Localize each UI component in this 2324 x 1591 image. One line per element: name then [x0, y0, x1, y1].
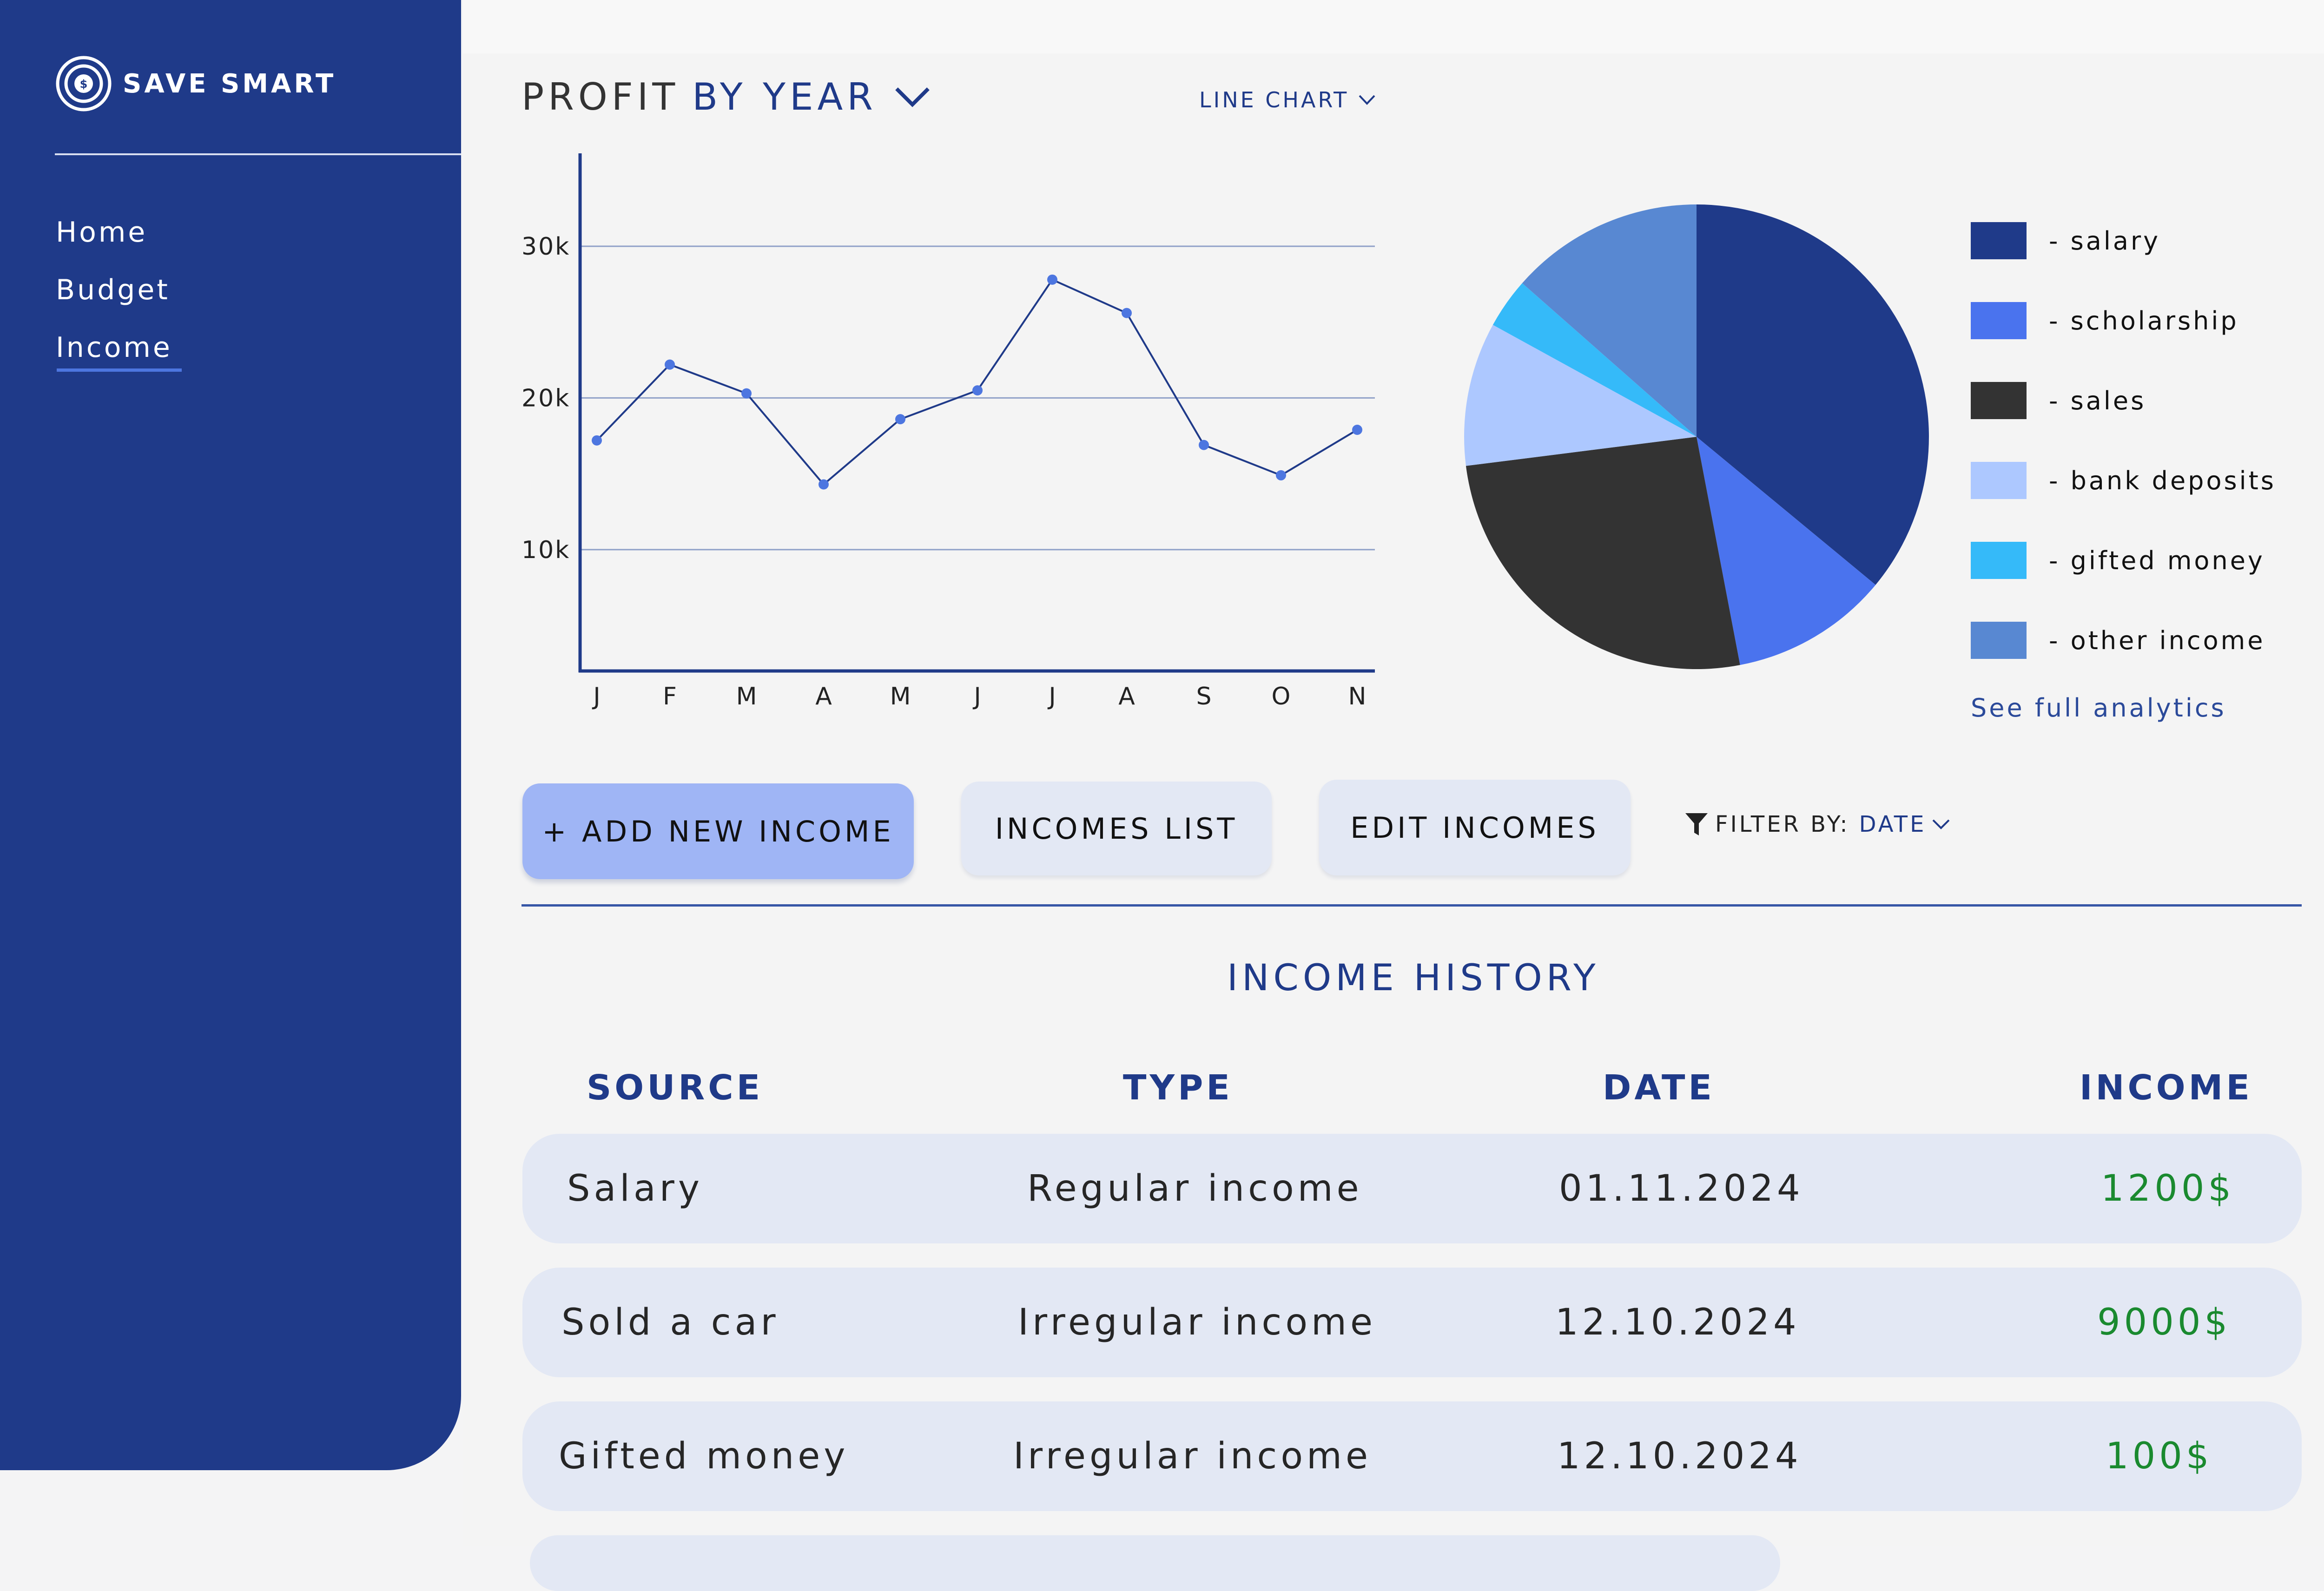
filter-label: FILTER BY:	[1715, 811, 1850, 837]
incomes-list-button[interactable]: INCOMES LIST	[961, 782, 1272, 875]
row-source: Salary	[567, 1168, 704, 1210]
row-date: 12.10.2024	[1555, 1302, 1800, 1343]
filter-dropdown[interactable]: FILTER BY: DATE	[1684, 811, 1950, 837]
legend-item-other-income: - other income	[1971, 622, 2296, 659]
data-point	[895, 414, 905, 425]
chart-type-selector[interactable]: LINE CHART	[1199, 87, 1376, 112]
x-tick-label: J	[1047, 683, 1056, 710]
nav-item-budget[interactable]: Budget	[56, 276, 172, 304]
chevron-down-icon[interactable]	[894, 83, 931, 111]
chart-type-label: LINE CHART	[1199, 87, 1349, 112]
legend-swatch	[1971, 302, 2027, 339]
income-history-title: INCOME HISTORY	[1227, 957, 1600, 999]
pie-slice[interactable]	[1466, 437, 1740, 669]
y-tick-label: 10k	[522, 536, 570, 564]
y-tick-label: 30k	[522, 233, 570, 261]
data-point	[819, 479, 829, 490]
top-strip	[463, 0, 2324, 53]
legend-item-sales: - sales	[1971, 382, 2296, 419]
nav-item-home[interactable]: Home	[56, 218, 172, 246]
chart-title: PROFIT BY YEAR	[522, 75, 931, 118]
legend-item-scholarship: - scholarship	[1971, 302, 2296, 339]
main-nav: Home Budget Income	[56, 218, 182, 391]
row-income: 1200$	[2101, 1168, 2235, 1210]
x-tick-label: S	[1196, 683, 1211, 710]
x-tick-label: N	[1348, 683, 1367, 710]
x-tick-label: M	[890, 683, 911, 710]
filter-value: DATE	[1859, 811, 1927, 837]
row-income: 9000$	[2097, 1302, 2232, 1343]
logo[interactable]: $ SAVE SMART	[55, 55, 336, 112]
row-date: 01.11.2024	[1559, 1168, 1804, 1210]
profit-line-chart: 10k 20k 30k J F M A M J J A S O N	[522, 153, 1375, 710]
add-new-income-button[interactable]: + ADD NEW INCOME	[522, 783, 914, 879]
column-header-source[interactable]: SOURCE	[587, 1068, 763, 1108]
x-tick-label: F	[663, 683, 677, 710]
data-point	[592, 435, 602, 446]
x-tick-label: J	[592, 683, 600, 710]
chevron-down-icon	[1933, 819, 1950, 829]
filter-icon	[1685, 813, 1708, 835]
profit-series-line	[596, 278, 1358, 486]
legend-label: - scholarship	[2049, 306, 2239, 335]
coin-target-icon: $	[56, 56, 112, 112]
data-point	[972, 385, 983, 396]
table-row[interactable]	[530, 1535, 1780, 1591]
x-tick-label: A	[1118, 683, 1135, 710]
row-type: Regular income	[1027, 1168, 1363, 1210]
see-full-analytics-link[interactable]: See full analytics	[1971, 693, 2226, 723]
data-point	[1047, 274, 1057, 285]
table-row[interactable]: Sold a car Irregular income 12.10.2024 9…	[522, 1268, 2302, 1377]
chart-title-profit: PROFIT	[522, 75, 680, 118]
legend-swatch	[1971, 222, 2027, 259]
period-selector[interactable]: BY YEAR	[692, 75, 877, 118]
row-source: Sold a car	[561, 1302, 779, 1343]
svg-text:$: $	[80, 78, 88, 91]
section-divider	[522, 904, 2302, 907]
column-header-type[interactable]: TYPE	[1123, 1068, 1233, 1108]
legend-swatch	[1971, 622, 2027, 659]
legend-label: - sales	[2049, 386, 2146, 415]
income-pie-chart	[1464, 204, 1929, 669]
table-row[interactable]: Gifted money Irregular income 12.10.2024…	[522, 1401, 2302, 1511]
chevron-down-icon	[1359, 95, 1375, 105]
x-tick-label: O	[1272, 683, 1291, 710]
legend-swatch	[1971, 542, 2027, 579]
legend-item-bank-deposits: - bank deposits	[1971, 462, 2296, 499]
table-row[interactable]: Salary Regular income 01.11.2024 1200$	[522, 1134, 2302, 1243]
legend-label: - other income	[2049, 625, 2265, 655]
nav-item-income[interactable]: Income	[56, 334, 182, 372]
legend-item-salary: - salary	[1971, 222, 2296, 259]
legend-swatch	[1971, 382, 2027, 419]
row-type: Irregular income	[1013, 1435, 1372, 1477]
legend-label: - bank deposits	[2049, 466, 2276, 495]
y-tick-label: 20k	[522, 384, 570, 412]
row-source: Gifted money	[559, 1435, 849, 1477]
data-point	[1276, 470, 1286, 480]
x-tick-label: M	[736, 683, 757, 710]
data-point	[665, 359, 675, 370]
legend-label: - salary	[2049, 226, 2161, 256]
legend-item-gifted-money: - gifted money	[1971, 542, 2296, 579]
row-income: 100$	[2106, 1435, 2213, 1477]
x-tick-label: A	[815, 683, 832, 710]
legend-swatch	[1971, 462, 2027, 499]
edit-incomes-button[interactable]: EDIT INCOMES	[1319, 780, 1631, 875]
data-point	[1122, 308, 1132, 318]
sidebar-divider	[55, 153, 461, 155]
column-header-date[interactable]: DATE	[1603, 1068, 1715, 1108]
data-point	[1199, 440, 1209, 450]
sidebar: $ SAVE SMART Home Budget Income	[0, 0, 461, 1470]
row-type: Irregular income	[1018, 1302, 1377, 1343]
app-name: SAVE SMART	[123, 68, 337, 99]
x-tick-label: J	[972, 683, 981, 710]
data-point	[741, 388, 752, 399]
legend-label: - gifted money	[2049, 546, 2265, 575]
data-point	[1352, 424, 1362, 435]
column-header-income[interactable]: INCOME	[2080, 1068, 2253, 1108]
row-date: 12.10.2024	[1557, 1435, 1802, 1477]
